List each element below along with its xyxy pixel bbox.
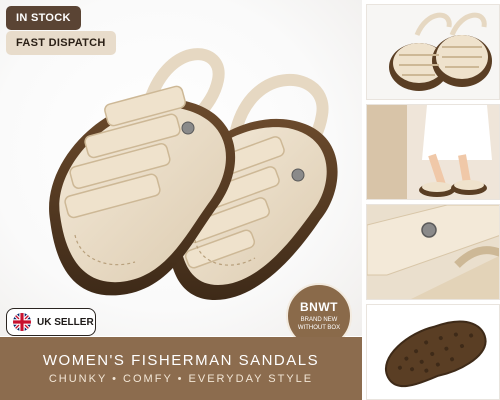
in-stock-badge: IN STOCK (6, 6, 81, 30)
thumbnail-sole-view[interactable] (366, 304, 500, 400)
thumbnail-worn-view[interactable] (366, 104, 500, 200)
sandals-worn-model-icon (367, 105, 492, 199)
thumbnail-detail-view[interactable] (366, 204, 500, 300)
product-title: WOMEN'S FISHERMAN SANDALS (42, 352, 320, 369)
product-tagline: CHUNKY • COMFY • EVERYDAY STYLE (48, 373, 314, 385)
thumbnail-top-view[interactable] (366, 4, 500, 100)
product-title-banner: WOMEN'S FISHERMAN SANDALS CHUNKY • COMFY… (0, 337, 362, 400)
fast-dispatch-badge: FAST DISPATCH (6, 31, 116, 55)
sandal-strap-closeup-icon (367, 205, 499, 299)
uk-seller-badge: UK SELLER (6, 308, 96, 336)
bnwt-subtitle: BRAND NEW WITHOUT BOX (297, 317, 341, 331)
sandal-sole-bottom-icon (385, 320, 487, 388)
sandal-pair-top-view-icon (389, 12, 492, 91)
uk-seller-label: UK SELLER (37, 316, 94, 328)
bnwt-title: BNWT (300, 300, 338, 314)
uk-flag-icon (13, 313, 31, 331)
